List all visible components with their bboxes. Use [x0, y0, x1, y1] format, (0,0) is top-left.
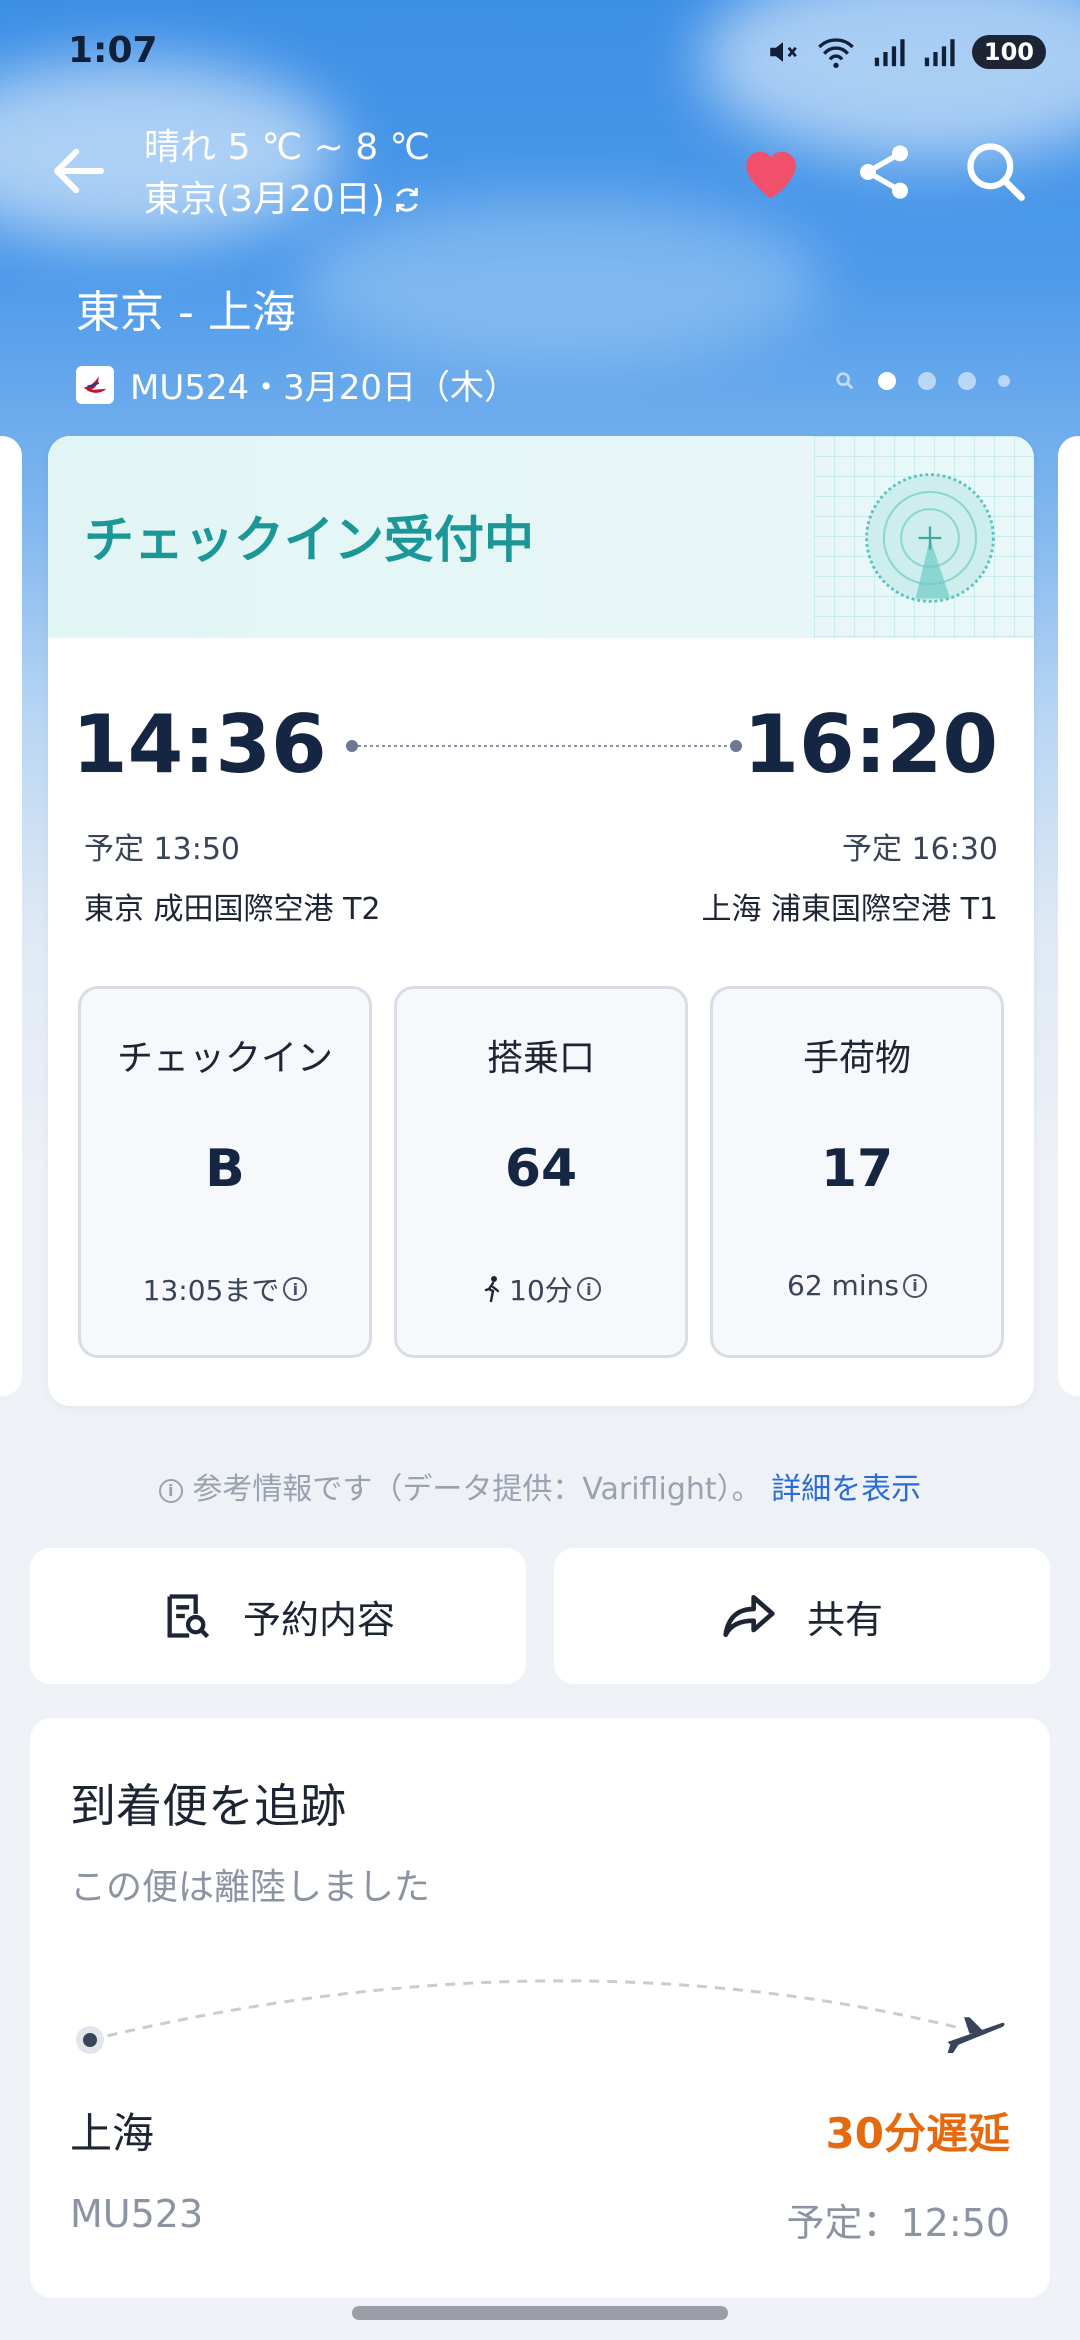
signal-icon: [874, 39, 905, 67]
info-icon: i: [158, 1478, 183, 1503]
box-label: チェックイン: [116, 1038, 333, 1079]
reference-text: 参考情報です（データ提供：Variflight）。: [192, 1472, 762, 1507]
box-value: 17: [820, 1139, 894, 1199]
departure-time: 14:36: [72, 698, 327, 791]
page-dot-3: [958, 372, 976, 390]
heart-icon[interactable]: [738, 140, 804, 202]
info-icon[interactable]: i: [902, 1273, 927, 1298]
arrival-airport: 上海 浦東国際空港 T1: [701, 892, 998, 927]
wifi-icon: [818, 38, 854, 68]
box-value: B: [205, 1139, 245, 1199]
share-button[interactable]: 共有: [554, 1548, 1050, 1684]
page-dot-4: [998, 375, 1010, 387]
baggage-box[interactable]: 手荷物 17 62 mins i: [710, 986, 1004, 1358]
track-scheduled: 予定：12:50: [786, 2201, 1010, 2245]
track-title: 到着便を追跡: [70, 1779, 346, 1833]
details-link[interactable]: 詳細を表示: [771, 1472, 921, 1507]
radar-icon: [865, 473, 995, 603]
mute-icon: [770, 42, 797, 62]
box-sub-text: 62 mins: [787, 1269, 899, 1302]
forward-arrow-icon: [723, 1595, 775, 1637]
box-value: 64: [504, 1139, 578, 1199]
route-title: 東京 - 上海: [76, 287, 296, 338]
flight-line: MU524・3月20日（木）: [76, 360, 518, 409]
search-icon[interactable]: [962, 138, 1030, 206]
signal-icon-2: [924, 39, 955, 67]
share-label: 共有: [806, 1597, 883, 1642]
flight-info: MU524・3月20日（木）: [130, 368, 519, 408]
track-city: 上海: [70, 2109, 155, 2158]
info-icon[interactable]: i: [283, 1277, 308, 1301]
battery-indicator: 100: [971, 35, 1046, 69]
box-label: 搭乗口: [486, 1038, 595, 1079]
booking-details-button[interactable]: 予約内容: [30, 1548, 526, 1684]
previous-card-edge[interactable]: [0, 436, 22, 1396]
gate-box[interactable]: 搭乗口 64 10分 i: [394, 986, 688, 1358]
info-icon[interactable]: i: [576, 1277, 601, 1301]
home-indicator[interactable]: [352, 2306, 728, 2320]
box-sub: 13:05まで i: [81, 1269, 369, 1309]
checkin-status: チェックイン受付中: [84, 511, 534, 569]
flight-path-line: [346, 740, 742, 752]
share-icon[interactable]: [852, 140, 916, 204]
box-label: 手荷物: [802, 1038, 911, 1079]
document-search-icon: [167, 1594, 210, 1639]
airplane-icon: [947, 2017, 1005, 2053]
status-time: 1:07: [68, 30, 158, 71]
weather-info: 晴れ 5 ℃ ~ 8 ℃ 東京(3月20日): [144, 122, 430, 226]
card-header: チェックイン受付中: [48, 436, 1034, 638]
next-card-edge[interactable]: [1058, 436, 1080, 1396]
track-flight: MU523: [70, 2192, 204, 2236]
box-sub: 62 mins i: [713, 1269, 1001, 1302]
page-dot-2: [918, 372, 936, 390]
box-sub-text: 10分: [509, 1274, 573, 1307]
track-arrival-card[interactable]: 到着便を追跡 この便は離陸しました 上海 30分遅延 MU523 予定：12:5…: [30, 1718, 1050, 2298]
flight-arc: [76, 1979, 961, 2054]
weather-text: 晴れ 5 ℃ ~ 8 ℃: [144, 127, 431, 168]
checkin-counter-box[interactable]: チェックイン B 13:05まで i: [78, 986, 372, 1358]
reference-note: i 参考情報です（データ提供：Variflight）。 詳細を表示: [0, 1464, 1080, 1508]
page-indicator[interactable]: [834, 370, 1010, 392]
city-date: 東京(3月20日): [144, 179, 385, 220]
departure-scheduled: 予定 13:50: [84, 832, 240, 867]
booking-label: 予約内容: [242, 1597, 395, 1642]
arrival-time: 16:20: [743, 698, 998, 791]
back-arrow-icon[interactable]: [46, 138, 112, 204]
arrival-scheduled: 予定 16:30: [842, 832, 998, 867]
search-dot-icon: [836, 372, 854, 390]
box-sub: 10分 i: [397, 1269, 685, 1309]
delay-status: 30分遅延: [825, 2109, 1010, 2158]
page-dot-1: [878, 372, 896, 390]
refresh-icon[interactable]: [391, 184, 423, 216]
status-icons: 100: [766, 32, 1046, 72]
box-sub-text: 13:05まで: [142, 1274, 280, 1307]
walking-icon: [484, 1276, 500, 1303]
track-subtitle: この便は離陸しました: [70, 1867, 431, 1908]
airline-logo-icon: [76, 365, 114, 404]
departure-airport: 東京 成田国際空港 T2: [84, 892, 381, 927]
flight-status-card[interactable]: チェックイン受付中 14:36 16:20 予定 13:50 予定 16:30 …: [48, 436, 1034, 1406]
